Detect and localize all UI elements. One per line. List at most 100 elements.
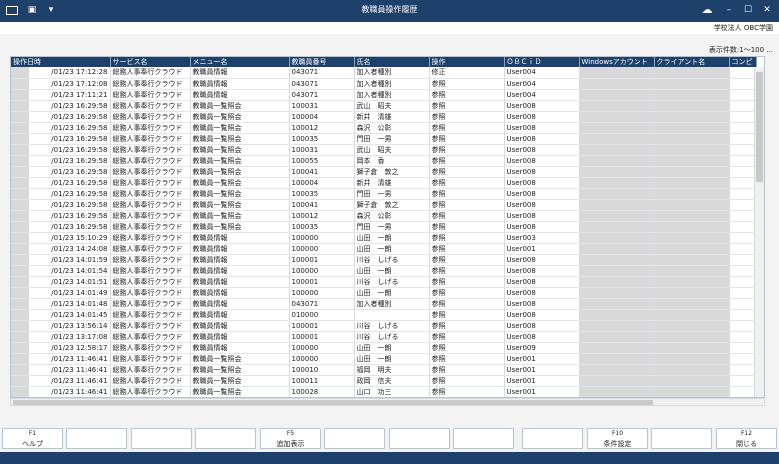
function-key-1[interactable]: F1 ヘルプ (2, 428, 63, 449)
table-row[interactable]: /01/23 16:29:58 総務人事奉行クラウド 教職員一覧照会 100035 門田… (11, 221, 757, 233)
minimize-button[interactable]: – (722, 3, 736, 17)
record-count: 表示件数:1～100 ... (708, 46, 773, 54)
table-row[interactable]: /01/23 11:46:41 総務人事奉行クラウド 教職員一覧照会 100010 福岡… (11, 364, 757, 376)
column-header[interactable]: メニュー名 (190, 57, 290, 67)
table-row[interactable]: /01/23 16:29:58 総務人事奉行クラウド 教職員一覧照会 100004 新井… (11, 177, 757, 189)
table-row[interactable]: /01/23 14:01:45 総務人事奉行クラウド 教職員情報 010000 参照 Us… (11, 309, 757, 321)
table-row[interactable]: /01/23 11:46:41 総務人事奉行クラウド 教職員一覧照会 100011 政岡… (11, 375, 757, 387)
table-row[interactable]: /01/23 16:29:58 総務人事奉行クラウド 教職員一覧照会 100031 武山… (11, 100, 757, 112)
close-button[interactable]: ✕ (760, 3, 774, 17)
masked-cell (654, 386, 730, 397)
table-header: 操作日時 サービス名 メニュー名 教職員番号 氏名 操作 ＯＢＣｉＤ Windowsアカウント… (11, 57, 757, 67)
horizontal-scrollbar[interactable] (10, 398, 765, 406)
table-row[interactable]: /01/23 11:46:41 総務人事奉行クラウド 教職員一覧照会 100000 山田… (11, 353, 757, 365)
masked-cell (729, 166, 757, 178)
column-header[interactable]: 教職員番号 (289, 57, 355, 67)
table-row[interactable]: /01/23 16:29:58 総務人事奉行クラウド 教職員一覧照会 100035 門田… (11, 133, 757, 145)
table-cell: 043071 (289, 298, 355, 310)
vertical-scroll-thumb[interactable] (756, 72, 763, 182)
table-cell: 総務人事奉行クラウド (110, 221, 191, 233)
table-row[interactable]: /01/23 16:29:58 総務人事奉行クラウド 教職員一覧照会 100055 岡本… (11, 155, 757, 167)
column-header[interactable]: 操作 (429, 57, 505, 67)
column-header[interactable]: 氏名 (354, 57, 430, 67)
masked-cell (729, 133, 757, 145)
masked-cell (579, 67, 655, 79)
table-row[interactable]: /01/23 16:29:58 総務人事奉行クラウド 教職員一覧照会 100041 獅子… (11, 199, 757, 211)
table-cell: 総務人事奉行クラウド (110, 155, 191, 167)
function-key-2[interactable] (66, 428, 127, 449)
column-header[interactable]: サービス名 (110, 57, 191, 67)
table-row[interactable]: /01/23 16:29:58 総務人事奉行クラウド 教職員一覧照会 100012 森沢… (11, 210, 757, 222)
function-key-4[interactable] (195, 428, 256, 449)
function-key-11[interactable] (651, 428, 712, 449)
cloud-icon[interactable]: ☁ (700, 3, 714, 17)
table-row[interactable]: /01/23 17:12:08 総務人事奉行クラウド 教職員情報 043071 加入者種… (11, 78, 757, 90)
table-row[interactable]: /01/23 15:10:29 総務人事奉行クラウド 教職員情報 100000 山田 一… (11, 232, 757, 244)
maximize-button[interactable]: ☐ (741, 3, 755, 17)
masked-cell (729, 100, 757, 112)
table-cell: 教職員一覧照会 (190, 188, 290, 200)
table-row[interactable]: /01/23 14:01:49 総務人事奉行クラウド 教職員情報 100000 山田 一… (11, 287, 757, 299)
function-key-3[interactable] (131, 428, 192, 449)
status-bar (0, 452, 779, 464)
function-key-9[interactable] (522, 428, 583, 449)
function-key-5[interactable]: F5 追加表示 (260, 428, 321, 449)
table-cell: 教職員一覧照会 (190, 353, 290, 365)
column-header[interactable]: クライアント名 (654, 57, 730, 67)
masked-cell (579, 89, 655, 101)
table-row[interactable]: /01/23 16:29:58 総務人事奉行クラウド 教職員一覧照会 100031 武山… (11, 144, 757, 156)
table-row[interactable]: /01/23 16:29:58 総務人事奉行クラウド 教職員一覧照会 100035 門田… (11, 188, 757, 200)
table-cell: User008 (504, 309, 580, 321)
table-row[interactable]: /01/23 14:24:08 総務人事奉行クラウド 教職員情報 100000 山田 一… (11, 243, 757, 255)
history-grid[interactable]: 操作日時 サービス名 メニュー名 教職員番号 氏名 操作 ＯＢＣｉＤ Windowsアカウント… (10, 56, 765, 398)
masked-cell (729, 144, 757, 156)
table-cell: 教職員一覧照会 (190, 122, 290, 134)
table-cell: 総務人事奉行クラウド (110, 232, 191, 244)
table-cell: 参照 (429, 111, 505, 123)
table-row[interactable]: /01/23 17:11:21 総務人事奉行クラウド 教職員情報 043071 加入者種… (11, 89, 757, 101)
masked-cell (579, 144, 655, 156)
function-key-6[interactable] (324, 428, 385, 449)
datetime-cell: /01/23 11:46:41 (11, 386, 111, 397)
table-cell: 043071 (289, 89, 355, 101)
function-key-7[interactable] (389, 428, 450, 449)
table-row[interactable]: /01/23 14:01:59 総務人事奉行クラウド 教職員情報 100001 川谷 し… (11, 254, 757, 266)
table-cell: 山田 一朗 (354, 232, 430, 244)
table-cell: 加入者種別 (354, 78, 430, 90)
table-row[interactable]: /01/23 13:17:08 総務人事奉行クラウド 教職員情報 100001 川谷 し… (11, 331, 757, 343)
table-cell: 教職員情報 (190, 254, 290, 266)
table-cell: 教職員一覧照会 (190, 221, 290, 233)
table-cell (354, 309, 430, 321)
table-row[interactable]: /01/23 14:01:54 総務人事奉行クラウド 教職員情報 100000 山田 一… (11, 265, 757, 277)
table-row[interactable]: /01/23 16:29:58 総務人事奉行クラウド 教職員一覧照会 100004 新井… (11, 111, 757, 123)
table-cell: User008 (504, 133, 580, 145)
table-cell: 参照 (429, 155, 505, 167)
horizontal-scroll-thumb[interactable] (13, 400, 653, 405)
function-key-10[interactable]: F10 条件設定 (587, 428, 648, 449)
table-row[interactable]: /01/23 16:29:58 総務人事奉行クラウド 教職員一覧照会 100041 獅子… (11, 166, 757, 178)
table-cell: User008 (504, 287, 580, 299)
table-row[interactable]: /01/23 14:01:48 総務人事奉行クラウド 教職員情報 043071 加入者種… (11, 298, 757, 310)
column-header[interactable]: コンピ (729, 57, 757, 67)
table-row[interactable]: /01/23 11:46:41 総務人事奉行クラウド 教職員一覧照会 100028 山口… (11, 386, 757, 397)
table-cell: User008 (504, 122, 580, 134)
table-row[interactable]: /01/23 14:01:51 総務人事奉行クラウド 教職員情報 100001 川谷 し… (11, 276, 757, 288)
masked-cell (579, 265, 655, 277)
masked-cell (654, 177, 730, 189)
table-cell: 森沢 公彰 (354, 122, 430, 134)
function-key-12[interactable]: F12 閉じる (716, 428, 777, 449)
table-row[interactable]: /01/23 17:12:28 総務人事奉行クラウド 教職員情報 043071 加入者種… (11, 67, 757, 79)
table-cell: 川谷 しげる (354, 276, 430, 288)
column-header[interactable]: 操作日時 (11, 57, 111, 67)
table-cell: User008 (504, 199, 580, 211)
function-key-8[interactable] (453, 428, 514, 449)
table-row[interactable]: /01/23 12:58:17 総務人事奉行クラウド 教職員情報 100000 山田 一… (11, 342, 757, 354)
table-cell: User008 (504, 155, 580, 167)
column-header[interactable]: Windowsアカウント (579, 57, 655, 67)
vertical-scrollbar[interactable] (754, 67, 764, 397)
masked-cell (579, 254, 655, 266)
table-row[interactable]: /01/23 16:29:58 総務人事奉行クラウド 教職員一覧照会 100012 森沢… (11, 122, 757, 134)
column-header[interactable]: ＯＢＣｉＤ (504, 57, 580, 67)
table-row[interactable]: /01/23 13:56:14 総務人事奉行クラウド 教職員情報 100001 川谷 し… (11, 320, 757, 332)
table-cell: 教職員情報 (190, 78, 290, 90)
